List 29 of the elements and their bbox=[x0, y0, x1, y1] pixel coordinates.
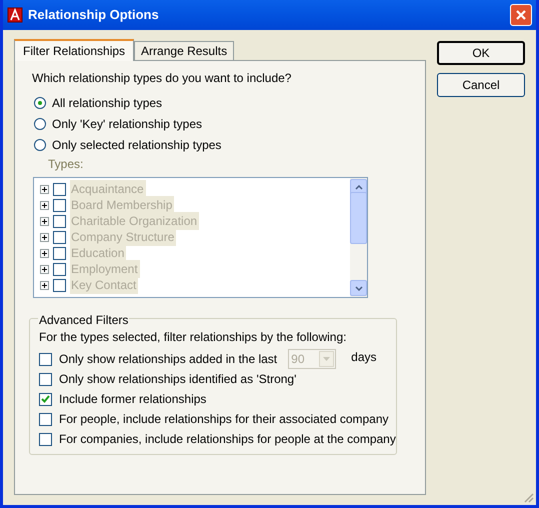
filter-label: Only show relationships identified as 'Strong' bbox=[59, 371, 296, 388]
dialog-button[interactable]: Cancel bbox=[437, 73, 525, 97]
close-icon bbox=[515, 9, 527, 21]
checkbox[interactable] bbox=[39, 392, 52, 406]
filter-label: For companies, include relationships for people at the company bbox=[59, 431, 396, 448]
filter-label: Only show relationships added in the last bbox=[59, 351, 278, 368]
check-icon bbox=[41, 395, 50, 403]
group-description: For the types selected, filter relationships by the following: bbox=[39, 329, 348, 346]
option-label: All relationship types bbox=[52, 94, 162, 112]
checkbox[interactable] bbox=[39, 432, 52, 446]
close-button[interactable] bbox=[510, 4, 532, 26]
app-icon bbox=[7, 7, 23, 23]
tab[interactable]: Arrange Results bbox=[134, 41, 234, 60]
option-label: Only 'Key' relationship types bbox=[52, 116, 202, 132]
resize-grip-icon[interactable] bbox=[522, 491, 534, 503]
dialog-button[interactable]: OK bbox=[437, 41, 525, 65]
option-label: Only selected relationship types bbox=[52, 136, 222, 154]
types-label: Types: bbox=[48, 156, 84, 173]
prompt-text: Which relationship types do you want to include? bbox=[32, 70, 292, 87]
filter-label: For people, include relationships for their associated company bbox=[59, 411, 389, 428]
radio-button[interactable] bbox=[34, 96, 46, 108]
checkbox[interactable] bbox=[39, 412, 52, 426]
radio-button[interactable] bbox=[34, 118, 46, 130]
filter-label: Include former relationships bbox=[59, 391, 206, 408]
window-title: Relationship Options bbox=[28, 6, 160, 24]
checkbox[interactable] bbox=[39, 372, 52, 386]
days-label: days bbox=[351, 349, 376, 366]
tab[interactable]: Filter Relationships bbox=[14, 39, 134, 61]
radio-button[interactable] bbox=[34, 138, 46, 150]
